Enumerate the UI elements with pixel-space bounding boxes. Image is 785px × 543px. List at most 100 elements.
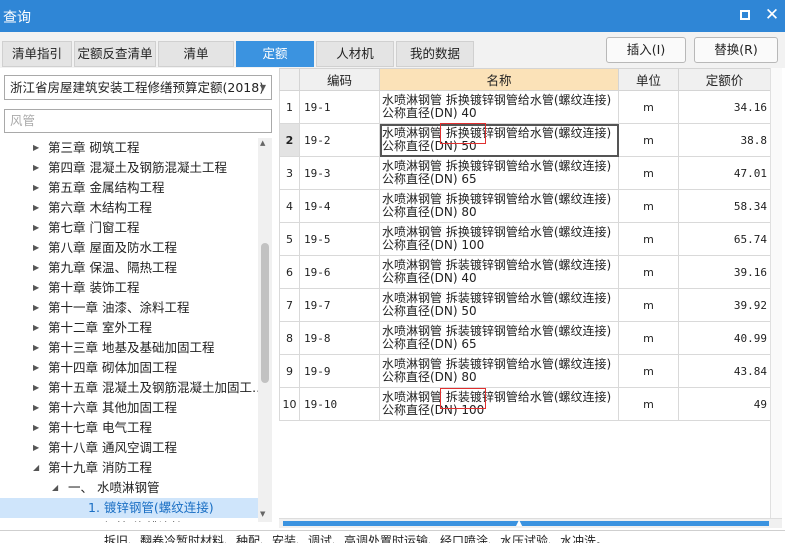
- quota-unit[interactable]: m: [618, 354, 679, 388]
- collapsed-arrow-icon[interactable]: ▶: [33, 278, 39, 298]
- tab-quota-reverse[interactable]: 定额反查清单: [74, 41, 156, 67]
- table-row[interactable]: 1 19-1 水喷淋钢管 拆换镀锌钢管给水管(螺纹连接) 公称直径(DN) 40 m 34…: [279, 90, 771, 124]
- header-price[interactable]: 定额价: [678, 68, 771, 91]
- table-row[interactable]: 5 19-5 水喷淋钢管 拆换镀锌钢管给水管(螺纹连接) 公称直径(DN) 100 m 6…: [279, 222, 771, 256]
- quota-name[interactable]: 水喷淋钢管 拆换镀锌钢管给水管(螺纹连接) 公称直径(DN) 40: [379, 90, 619, 124]
- tree-item[interactable]: ▶ 第五章 金属结构工程: [0, 178, 258, 198]
- tab-quota[interactable]: 定额: [236, 41, 314, 67]
- quota-name[interactable]: 水喷淋钢管 拆换镀锌钢管给水管(螺纹连接) 公称直径(DN) 50: [379, 123, 619, 157]
- collapsed-arrow-icon[interactable]: ▶: [33, 258, 39, 278]
- collapsed-arrow-icon[interactable]: ▶: [33, 398, 39, 418]
- tree-item[interactable]: ▶ 第十六章 其他加固工程: [0, 398, 258, 418]
- tree-item[interactable]: ▶ 第四章 混凝土及钢筋混凝土工程: [0, 158, 258, 178]
- table-row[interactable]: 7 19-7 水喷淋钢管 拆装镀锌钢管给水管(螺纹连接) 公称直径(DN) 50 m 39…: [279, 288, 771, 322]
- quota-code[interactable]: 19-2: [299, 123, 380, 157]
- tree-scrollbar[interactable]: ▲ ▼: [258, 138, 272, 522]
- replace-button[interactable]: 替换(R): [694, 37, 778, 63]
- row-index[interactable]: 10: [279, 387, 300, 421]
- quota-name[interactable]: 水喷淋钢管 拆装镀锌钢管给水管(螺纹连接) 公称直径(DN) 80: [379, 354, 619, 388]
- tree-item[interactable]: ▶ 第七章 门窗工程: [0, 218, 258, 238]
- tree-item[interactable]: ▶ 第十章 装饰工程: [0, 278, 258, 298]
- collapsed-arrow-icon[interactable]: ▶: [33, 418, 39, 438]
- row-index[interactable]: 8: [279, 321, 300, 355]
- quota-price[interactable]: 58.34: [678, 189, 771, 223]
- quota-price[interactable]: 49: [678, 387, 771, 421]
- quota-price[interactable]: 40.99: [678, 321, 771, 355]
- collapsed-arrow-icon[interactable]: ▶: [33, 158, 39, 178]
- tree-item[interactable]: ▶ 第十七章 电气工程: [0, 418, 258, 438]
- quota-price[interactable]: 34.16: [678, 90, 771, 124]
- quota-name[interactable]: 水喷淋钢管 拆换镀锌钢管给水管(螺纹连接) 公称直径(DN) 65: [379, 156, 619, 190]
- tree-item[interactable]: ▶ 第十一章 油漆、涂料工程: [0, 298, 258, 318]
- quota-unit[interactable]: m: [618, 387, 679, 421]
- quota-name[interactable]: 水喷淋钢管 拆装镀锌钢管给水管(螺纹连接) 公称直径(DN) 100: [379, 387, 619, 421]
- close-icon[interactable]: ✕: [763, 6, 781, 24]
- scrollbar-thumb[interactable]: [261, 243, 269, 383]
- scrollbar-thumb[interactable]: [283, 521, 769, 526]
- tree-item[interactable]: ▶ 第十三章 地基及基础加固工程: [0, 338, 258, 358]
- collapsed-arrow-icon[interactable]: ▶: [33, 178, 39, 198]
- tree-item[interactable]: ▶ 第十五章 混凝土及钢筋混凝土加固工…: [0, 378, 258, 398]
- tab-list-guide[interactable]: 清单指引: [2, 41, 72, 67]
- quota-unit[interactable]: m: [618, 189, 679, 223]
- quota-price[interactable]: 43.84: [678, 354, 771, 388]
- tree-item[interactable]: ▶ 第八章 屋面及防水工程: [0, 238, 258, 258]
- quota-price[interactable]: 39.92: [678, 288, 771, 322]
- tree-item[interactable]: 1. 镀锌钢管(螺纹连接): [0, 498, 258, 518]
- row-index[interactable]: 5: [279, 222, 300, 256]
- tab-my-data[interactable]: 我的数据: [396, 41, 474, 67]
- quota-price[interactable]: 65.74: [678, 222, 771, 256]
- quota-unit[interactable]: m: [618, 90, 679, 124]
- quota-code[interactable]: 19-1: [299, 90, 380, 124]
- scroll-down-icon[interactable]: ▼: [260, 510, 265, 518]
- row-index[interactable]: 7: [279, 288, 300, 322]
- quota-name[interactable]: 水喷淋钢管 拆换镀锌钢管给水管(螺纹连接) 公称直径(DN) 80: [379, 189, 619, 223]
- quota-code[interactable]: 19-6: [299, 255, 380, 289]
- collapsed-arrow-icon[interactable]: ▶: [33, 298, 39, 318]
- quota-unit[interactable]: m: [618, 123, 679, 157]
- collapsed-arrow-icon[interactable]: ▶: [33, 438, 39, 458]
- expanded-arrow-icon[interactable]: ◢: [52, 478, 58, 498]
- header-code[interactable]: 编码: [299, 68, 380, 91]
- quota-price[interactable]: 38.8: [678, 123, 771, 157]
- tree-item[interactable]: ▶ 第三章 砌筑工程: [0, 138, 258, 158]
- header-name[interactable]: 名称: [379, 68, 619, 91]
- quota-unit[interactable]: m: [618, 156, 679, 190]
- table-row[interactable]: 2 19-2 水喷淋钢管 拆换镀锌钢管给水管(螺纹连接) 公称直径(DN) 50 m 38…: [279, 123, 771, 157]
- tree-item[interactable]: 2. 钢管(沟槽连接): [0, 518, 258, 522]
- row-index[interactable]: 6: [279, 255, 300, 289]
- tab-list[interactable]: 清单: [158, 41, 234, 67]
- insert-button[interactable]: 插入(I): [606, 37, 686, 63]
- row-index[interactable]: 3: [279, 156, 300, 190]
- quota-code[interactable]: 19-3: [299, 156, 380, 190]
- row-index[interactable]: 1: [279, 90, 300, 124]
- row-index[interactable]: 2: [279, 123, 300, 157]
- table-row[interactable]: 4 19-4 水喷淋钢管 拆换镀锌钢管给水管(螺纹连接) 公称直径(DN) 80 m 58…: [279, 189, 771, 223]
- table-row[interactable]: 9 19-9 水喷淋钢管 拆装镀锌钢管给水管(螺纹连接) 公称直径(DN) 80 m 43…: [279, 354, 771, 388]
- table-row[interactable]: 10 19-10 水喷淋钢管 拆装镀锌钢管给水管(螺纹连接) 公称直径(DN) 100…: [279, 387, 771, 421]
- tree-item[interactable]: ▶ 第六章 木结构工程: [0, 198, 258, 218]
- search-input[interactable]: 风管: [4, 109, 272, 133]
- collapsed-arrow-icon[interactable]: ▶: [33, 338, 39, 358]
- quota-name[interactable]: 水喷淋钢管 拆换镀锌钢管给水管(螺纹连接) 公称直径(DN) 100: [379, 222, 619, 256]
- tree-item[interactable]: ▶ 第十二章 室外工程: [0, 318, 258, 338]
- quota-unit[interactable]: m: [618, 255, 679, 289]
- tree-item[interactable]: ▶ 第九章 保温、隔热工程: [0, 258, 258, 278]
- row-index[interactable]: 4: [279, 189, 300, 223]
- table-vertical-scrollbar[interactable]: [770, 68, 782, 518]
- quota-unit[interactable]: m: [618, 222, 679, 256]
- expanded-arrow-icon[interactable]: ◢: [33, 458, 39, 478]
- table-row[interactable]: 8 19-8 水喷淋钢管 拆装镀锌钢管给水管(螺纹连接) 公称直径(DN) 65 m 40…: [279, 321, 771, 355]
- quota-unit[interactable]: m: [618, 288, 679, 322]
- quota-price[interactable]: 47.01: [678, 156, 771, 190]
- scroll-up-icon[interactable]: ▲: [260, 139, 265, 147]
- row-index[interactable]: 9: [279, 354, 300, 388]
- header-unit[interactable]: 单位: [618, 68, 679, 91]
- collapsed-arrow-icon[interactable]: ▶: [33, 358, 39, 378]
- quota-code[interactable]: 19-4: [299, 189, 380, 223]
- collapsed-arrow-icon[interactable]: ▶: [33, 318, 39, 338]
- tree-item[interactable]: ▶ 第十八章 通风空调工程: [0, 438, 258, 458]
- collapsed-arrow-icon[interactable]: ▶: [33, 218, 39, 238]
- quota-unit[interactable]: m: [618, 321, 679, 355]
- quota-name[interactable]: 水喷淋钢管 拆装镀锌钢管给水管(螺纹连接) 公称直径(DN) 65: [379, 321, 619, 355]
